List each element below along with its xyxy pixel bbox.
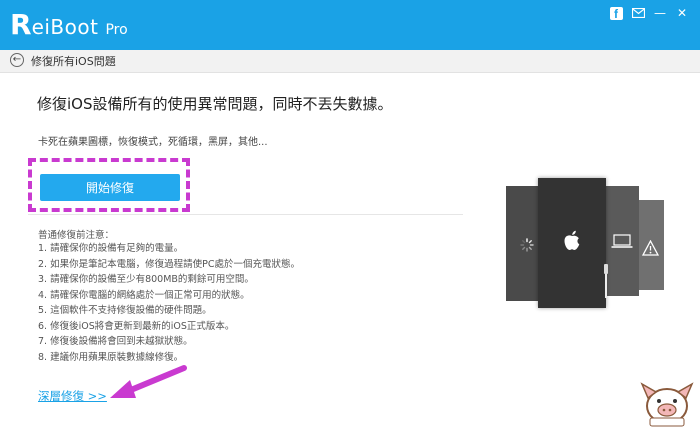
close-icon[interactable]: ✕	[674, 5, 690, 21]
cable-icon	[604, 264, 608, 298]
mascot-watermark	[640, 382, 694, 427]
app-logo: R eiBoot Pro	[10, 9, 128, 41]
facebook-icon[interactable]: f	[608, 5, 624, 21]
note-item: 7. 修復後設備將會回到未越獄狀態。	[38, 336, 193, 347]
warning-icon	[642, 240, 659, 256]
mail-glyph	[631, 8, 645, 18]
notes-title: 普通修復前注意：	[38, 230, 115, 241]
logo-word: eiBoot	[31, 15, 99, 39]
note-item: 5. 這個軟件不支持修復設備的硬件問題。	[38, 305, 212, 316]
breadcrumb: ← 修復所有iOS問題	[0, 50, 700, 73]
facebook-glyph: f	[609, 6, 623, 21]
apple-icon	[564, 230, 580, 250]
device-panel-apple	[538, 178, 606, 308]
window-controls: f — ✕	[608, 5, 690, 21]
pointer-arrow	[110, 365, 187, 398]
note-item: 1. 請確保你的設備有足夠的電量。	[38, 243, 184, 254]
logo-suffix: Pro	[105, 22, 128, 38]
note-item: 2. 如果你是筆記本電腦，修復過程請使PC處於一個充電狀態。	[38, 258, 300, 270]
divider	[28, 214, 463, 215]
device-illustration	[506, 178, 664, 308]
logo-initial: R	[10, 8, 32, 41]
start-repair-button[interactable]: 開始修復	[40, 174, 180, 201]
headline: 修復iOS設備所有的使用異常問題，同時不丟失數據。	[37, 95, 393, 113]
note-item: 4. 請確保你電腦的網絡處於一個正常可用的狀態。	[38, 289, 250, 301]
laptop-icon	[611, 234, 633, 248]
symptom-list: 卡死在蘋果圖標，恢復模式，死循環，黑屏，其他...	[38, 137, 268, 148]
page-title: 修復所有iOS問題	[31, 55, 116, 68]
spinner-icon	[520, 238, 534, 252]
mail-icon[interactable]	[630, 5, 646, 21]
device-panel-warning	[638, 200, 664, 290]
device-panel-loading	[506, 186, 540, 301]
minimize-icon[interactable]: —	[652, 5, 668, 21]
notes-list: 1. 請確保你的設備有足夠的電量。 2. 如果你是筆記本電腦，修復過程請使PC處…	[38, 241, 300, 365]
title-bar: R eiBoot Pro f — ✕	[0, 0, 700, 50]
note-item: 6. 修復後iOS將會更新到最新的iOS正式版本。	[38, 320, 235, 332]
back-arrow-icon[interactable]: ←	[10, 53, 24, 67]
note-item: 3. 請確保你的設備至少有800MB的剩餘可用空間。	[38, 274, 254, 285]
deep-repair-link[interactable]: 深層修復 >>	[38, 388, 107, 404]
